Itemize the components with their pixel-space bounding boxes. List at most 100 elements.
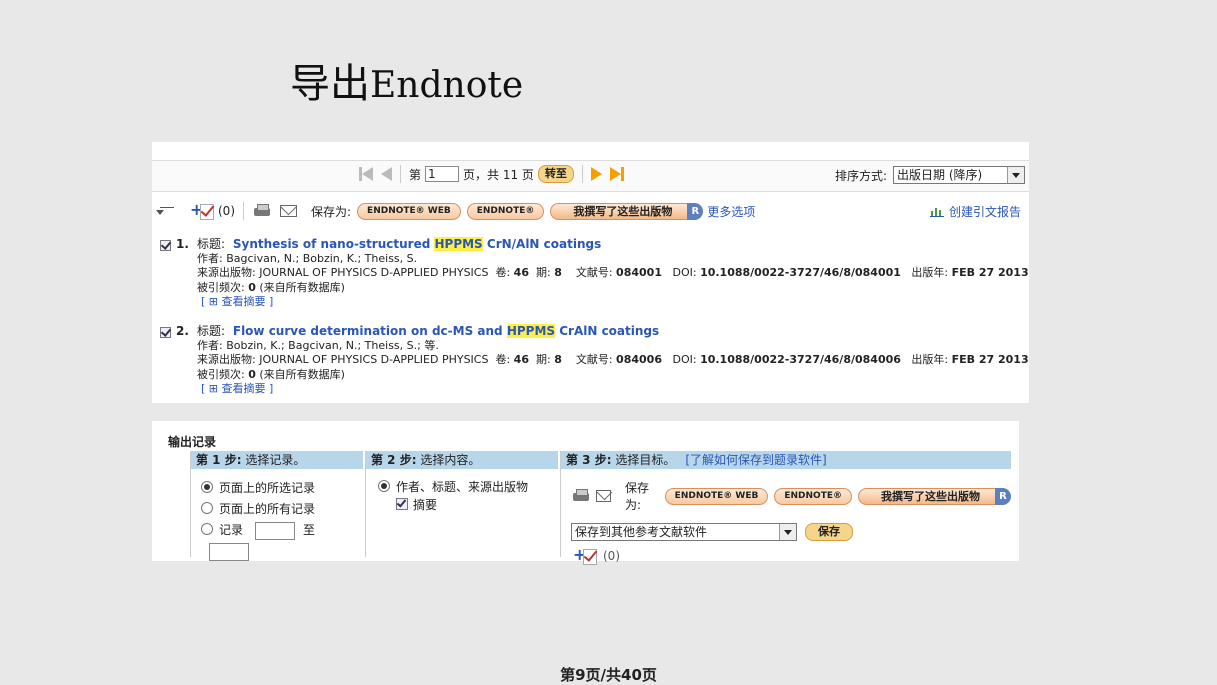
next-page-icon[interactable] (590, 167, 602, 181)
record-title-link[interactable]: Flow curve determination on dc-MS and HP… (233, 324, 659, 338)
add-to-marked-list-icon[interactable]: + (573, 545, 597, 565)
page-number-input[interactable]: 1 (425, 166, 460, 182)
record-authors: 作者: Bobzin, K.; Bagcivan, N.; Theiss, S.… (197, 338, 439, 352)
step2-column: 第 2 步: 选择内容。 作者、标题、来源出版物 摘要 (365, 451, 558, 557)
bar-chart-icon[interactable] (929, 206, 944, 217)
record-cited: 被引频次: 0 (来自所有数据库) (197, 281, 1017, 296)
issue-label: 期: (528, 353, 555, 366)
title-highlight: HPPMS (506, 324, 556, 338)
marked-count: (0) (218, 204, 235, 218)
endnote-button[interactable]: ENDNOTE® (774, 487, 852, 505)
doi-label: DOI: (661, 266, 701, 279)
researcherid-group: 我撰写了这些出版物 R (550, 202, 704, 220)
title-part: CrN/AlN coatings (482, 237, 602, 251)
export-panel: 输出记录 第 1 步: 选择记录。 页面上的所选记录 页面上的所有记录 记录至 … (152, 421, 1019, 565)
radio-selected-records[interactable]: 页面上的所选记录 (201, 478, 363, 499)
range-to-label: 至 (303, 523, 316, 537)
range-to-input[interactable] (209, 542, 249, 561)
radio-on-icon[interactable] (378, 480, 390, 492)
radio-all-records[interactable]: 页面上的所有记录 (201, 499, 363, 520)
source-label: 来源出版物: JOURNAL OF PHYSICS D-APPLIED PHYS… (197, 266, 514, 279)
my-publications-button[interactable]: 我撰写了这些出版物 (550, 202, 696, 220)
radio-author-title-source[interactable]: 作者、标题、来源出版物 (378, 478, 558, 496)
learn-save-link[interactable]: [了解如何保存到题录软件] (685, 453, 826, 467)
radio-icon[interactable] (201, 523, 213, 535)
save-as-label: 保存为: (625, 481, 650, 512)
printer-icon[interactable] (254, 204, 270, 218)
issue: 8 (554, 353, 562, 366)
sort-control: 排序方式: 出版日期 (降序) (835, 166, 1025, 184)
record-body: 标题: Synthesis of nano-structured HPPMS C… (197, 237, 1029, 310)
cited-note: (来自所有数据库) (255, 367, 345, 381)
researcherid-group: 我撰写了这些出版物 R (858, 487, 1011, 505)
record-authors: 作者: Bagcivan, N.; Bobzin, K.; Theiss, S. (197, 251, 418, 265)
add-to-marked-list-icon[interactable]: + (190, 200, 214, 220)
option-label: 页面上的所选记录 (219, 481, 316, 495)
doi: 10.1088/0022-3727/46/8/084006 (700, 353, 901, 366)
issue: 8 (554, 266, 562, 279)
title-part: CrAlN coatings (555, 324, 660, 338)
step2-label: 第 2 步: (371, 453, 417, 467)
go-button[interactable]: 转至 (537, 165, 574, 183)
sort-select[interactable]: 出版日期 (降序) (893, 166, 1025, 184)
step1-column: 第 1 步: 选择记录。 页面上的所选记录 页面上的所有记录 记录 至 (190, 451, 363, 561)
article-label: 文献号: (561, 353, 617, 366)
pager-prefix: 第 (409, 167, 422, 182)
record-number: 2. (176, 324, 189, 338)
radio-on-icon[interactable] (201, 481, 213, 493)
radio-record-range[interactable]: 记录 至 (201, 520, 363, 562)
slide-title: 导出Endnote (290, 58, 523, 112)
option-label: 作者、标题、来源出版物 (396, 480, 529, 494)
save-target-value: 保存到其他参考文献软件 (575, 525, 708, 539)
cited-note: (来自所有数据库) (255, 280, 345, 294)
record-checkbox[interactable] (160, 327, 171, 338)
record-checkbox[interactable] (160, 240, 171, 251)
sort-value: 出版日期 (降序) (897, 168, 983, 182)
prev-page-icon[interactable] (381, 167, 392, 181)
save-button[interactable]: 保存 (805, 523, 853, 541)
checkbox-icon[interactable] (396, 498, 408, 510)
marked-count: (0) (603, 549, 620, 563)
save-as-label: 保存为: (311, 204, 352, 219)
record-title: 标题: Synthesis of nano-structured HPPMS C… (197, 237, 1017, 252)
cited-label: 被引频次: (197, 367, 249, 381)
my-publications-button[interactable]: 我撰写了这些出版物 (858, 487, 1003, 505)
chevron-down-icon[interactable] (779, 524, 796, 540)
endnote-button[interactable]: ENDNOTE® (466, 202, 545, 220)
step1-label: 第 1 步: (196, 453, 242, 467)
endnote-web-button[interactable]: ENDNOTE® WEB (357, 202, 461, 220)
option-label: 摘要 (413, 498, 438, 512)
researcherid-icon[interactable]: R (995, 487, 1011, 505)
chevron-down-icon[interactable] (1007, 167, 1024, 183)
save-target-select[interactable]: 保存到其他参考文献软件 (571, 523, 797, 541)
doi: 10.1088/0022-3727/46/8/084001 (700, 266, 901, 279)
range-from-input[interactable] (255, 521, 296, 540)
view-abstract-link[interactable]: [ ⊞ 查看摘要 ] (201, 382, 1017, 397)
last-page-icon[interactable] (609, 167, 624, 181)
title-label: 标题: (197, 237, 226, 251)
source-label: 来源出版物: JOURNAL OF PHYSICS D-APPLIED PHYS… (197, 353, 514, 366)
view-abstract-link[interactable]: [ ⊞ 查看摘要 ] (201, 295, 1017, 310)
printer-icon[interactable] (573, 489, 590, 503)
mail-icon[interactable] (596, 490, 612, 502)
more-options-link[interactable]: 更多选项 (707, 203, 755, 220)
record-title-link[interactable]: Synthesis of nano-structured HPPMS CrN/A… (233, 237, 601, 251)
slide-title-en: Endnote (370, 65, 524, 106)
mail-icon[interactable] (280, 205, 297, 217)
radio-icon[interactable] (201, 502, 213, 514)
step3-text: 选择目标。 (611, 453, 676, 467)
date-label: 出版年: (900, 353, 952, 366)
researcherid-icon[interactable]: R (687, 202, 704, 220)
pager: 第 1 页，共 11 页 转至 (359, 165, 624, 183)
cited-label: 被引频次: (197, 280, 249, 294)
title-part: Synthesis of nano-structured (232, 237, 435, 251)
checkbox-abstract[interactable]: 摘要 (378, 496, 558, 514)
citation-report-link[interactable]: 创建引文报告 (949, 203, 1021, 220)
endnote-web-button[interactable]: ENDNOTE® WEB (664, 487, 769, 505)
cited-count: 0 (248, 280, 256, 294)
step1-text: 选择记录。 (241, 453, 306, 467)
step3-label: 第 3 步: (566, 453, 612, 467)
first-page-icon[interactable] (359, 167, 373, 181)
title-highlight: HPPMS (434, 237, 483, 251)
option-label: 记录 (219, 523, 244, 537)
